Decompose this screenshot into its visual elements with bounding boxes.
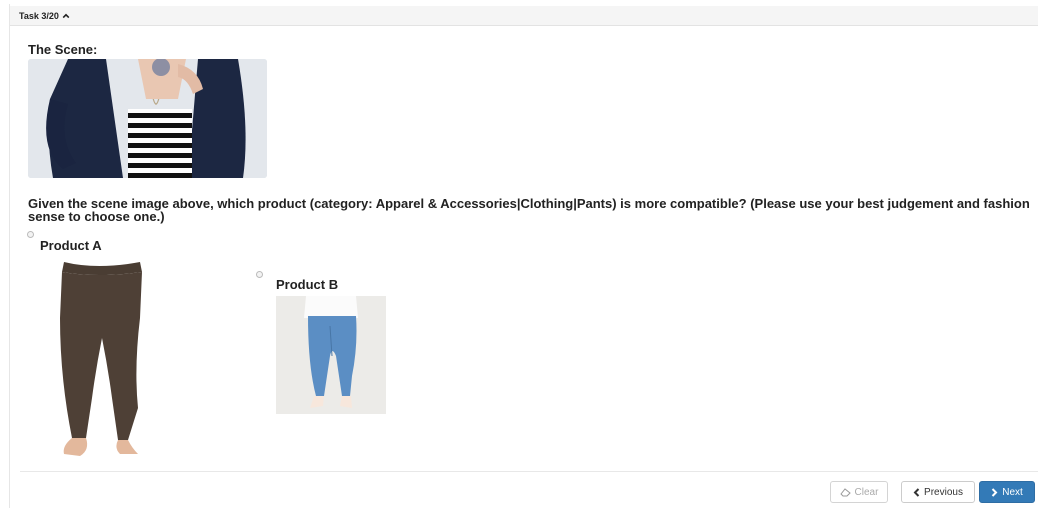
chevron-up-icon — [62, 13, 70, 18]
task-frame: Task 3/20 The Scene: Given the scene ima… — [9, 4, 1038, 508]
next-button-label: Next — [1002, 486, 1023, 498]
product-b-radio[interactable] — [256, 271, 263, 278]
footer-divider — [20, 471, 1038, 472]
chevron-right-icon — [992, 487, 998, 497]
next-button[interactable]: Next — [979, 481, 1035, 503]
scene-label: The Scene: — [28, 42, 98, 57]
clear-button-label: Clear — [854, 486, 879, 498]
clear-button[interactable]: Clear — [830, 481, 888, 503]
scene-image — [28, 59, 267, 178]
previous-button[interactable]: Previous — [901, 481, 975, 503]
product-b-image[interactable] — [276, 296, 386, 414]
eraser-icon — [839, 487, 851, 496]
product-a-image[interactable] — [42, 258, 152, 463]
chevron-left-icon — [913, 487, 920, 497]
task-counter: Task 3/20 — [19, 10, 59, 21]
task-header[interactable]: Task 3/20 — [10, 6, 1038, 26]
product-a-radio[interactable] — [27, 231, 34, 238]
product-b-label: Product B — [276, 277, 339, 292]
product-a-label: Product A — [40, 238, 102, 253]
question-text: Given the scene image above, which produ… — [28, 196, 1030, 224]
previous-button-label: Previous — [924, 486, 963, 498]
